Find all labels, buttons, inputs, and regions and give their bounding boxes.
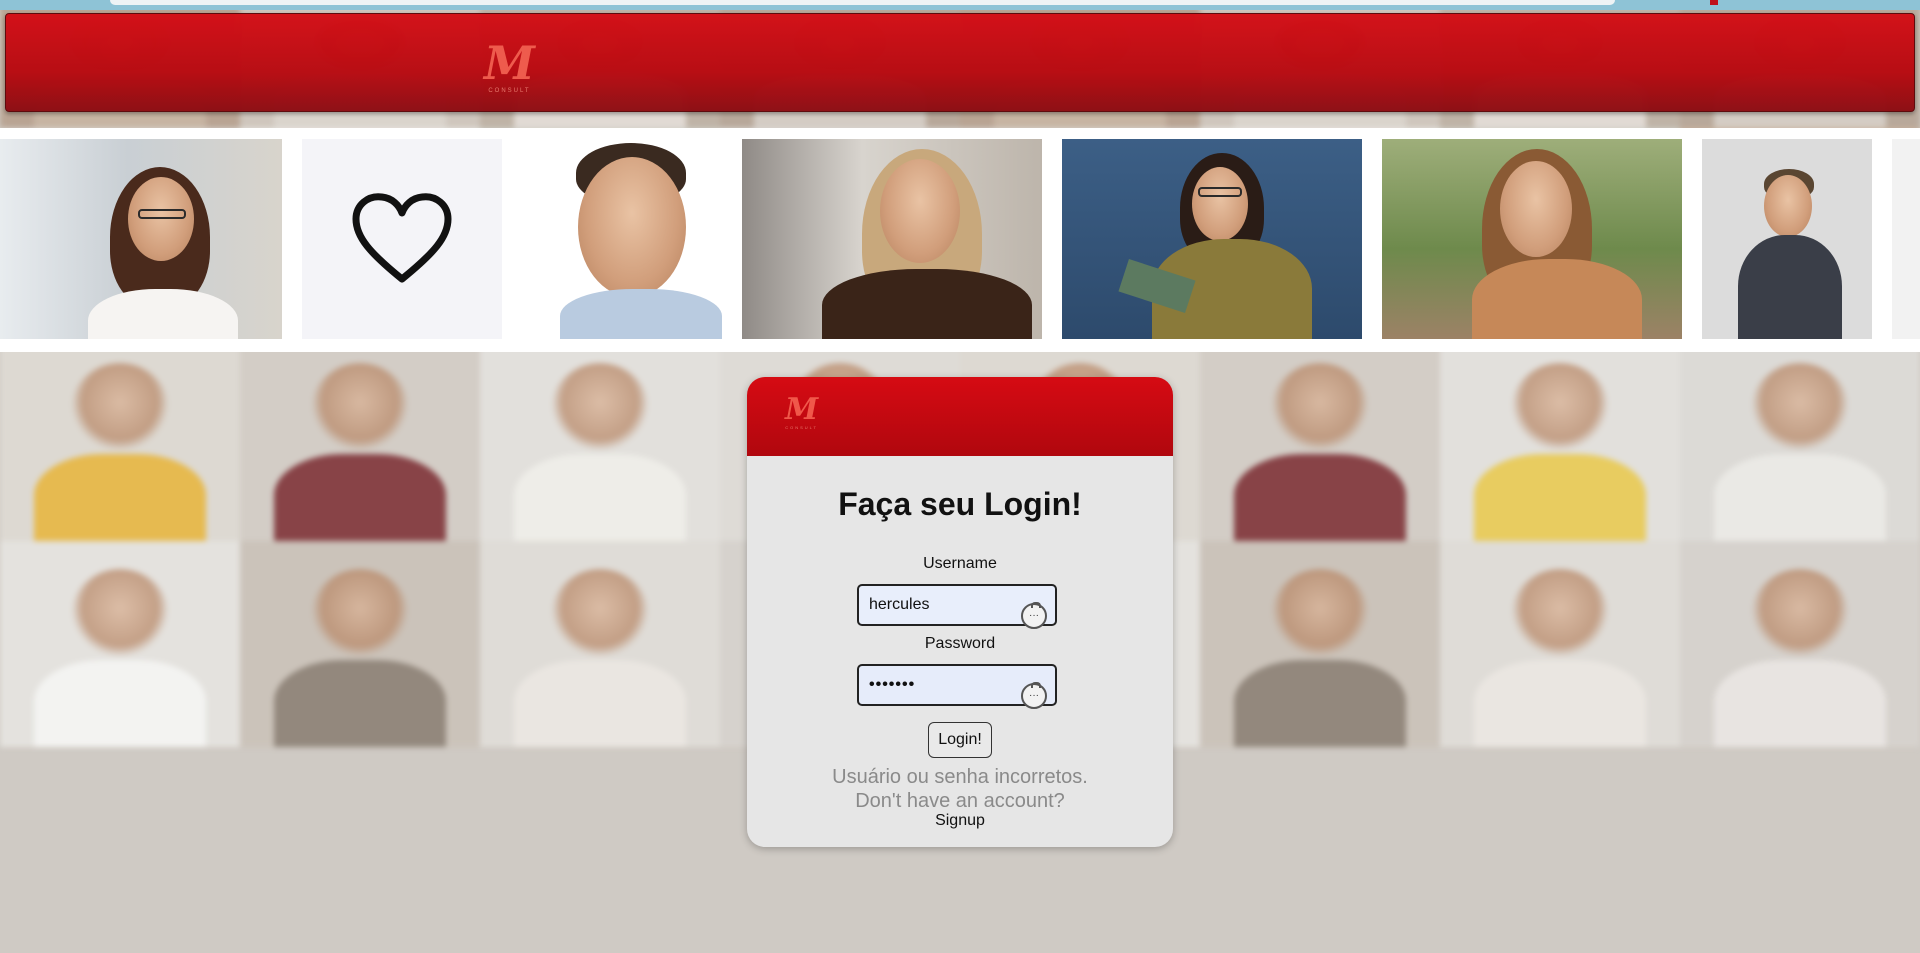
logo-text: CONSULT (785, 425, 819, 430)
background-photo (240, 540, 480, 747)
background-photo (1680, 540, 1920, 747)
background-photo (0, 334, 240, 541)
login-logo: M CONSULT (785, 395, 818, 430)
carousel-photo (742, 139, 1042, 339)
carousel-photo (520, 139, 722, 339)
logo-text: CONSULT (488, 88, 531, 94)
carousel-photo (1062, 139, 1362, 339)
background-photo (1200, 334, 1440, 541)
background-photo (1440, 334, 1680, 541)
carousel-photo (1892, 139, 1920, 339)
login-card: M CONSULT Faça seu Login! Username hercu… (747, 377, 1173, 847)
login-button[interactable]: Login! (928, 722, 992, 758)
carousel-heart-card (302, 139, 502, 339)
photo-carousel (0, 128, 1920, 352)
password-manager-icon[interactable]: ··· (1021, 682, 1047, 709)
login-title: Faça seu Login! (838, 486, 1082, 522)
heart-icon (352, 193, 452, 283)
carousel-photo (1702, 139, 1872, 339)
background-photo (1200, 540, 1440, 747)
logo-mark: M (785, 392, 819, 427)
background-photo (1680, 334, 1920, 541)
password-label: Password (924, 635, 996, 652)
background-photo (240, 334, 480, 541)
background-photo (480, 540, 720, 747)
no-account-text: Don't have an account? (855, 790, 1065, 812)
logo-mark: M (484, 36, 535, 90)
error-message: Usuário ou senha incorretos. (832, 766, 1088, 788)
browser-indicator (1710, 0, 1718, 5)
browser-strip (0, 0, 1920, 10)
carousel-photo (1382, 139, 1682, 339)
background-photo (1440, 540, 1680, 747)
background-photo (0, 540, 240, 747)
password-manager-icon[interactable]: ··· (1021, 602, 1047, 629)
carousel-photo (0, 139, 282, 339)
address-bar-edge (110, 0, 1615, 5)
signup-link[interactable]: Signup (747, 812, 1173, 830)
header-banner: M CONSULT (5, 13, 1915, 112)
username-label: Username (923, 555, 997, 572)
header-logo[interactable]: M CONSULT (484, 40, 535, 94)
background-photo (480, 334, 720, 541)
login-card-header: M CONSULT (747, 377, 1173, 456)
